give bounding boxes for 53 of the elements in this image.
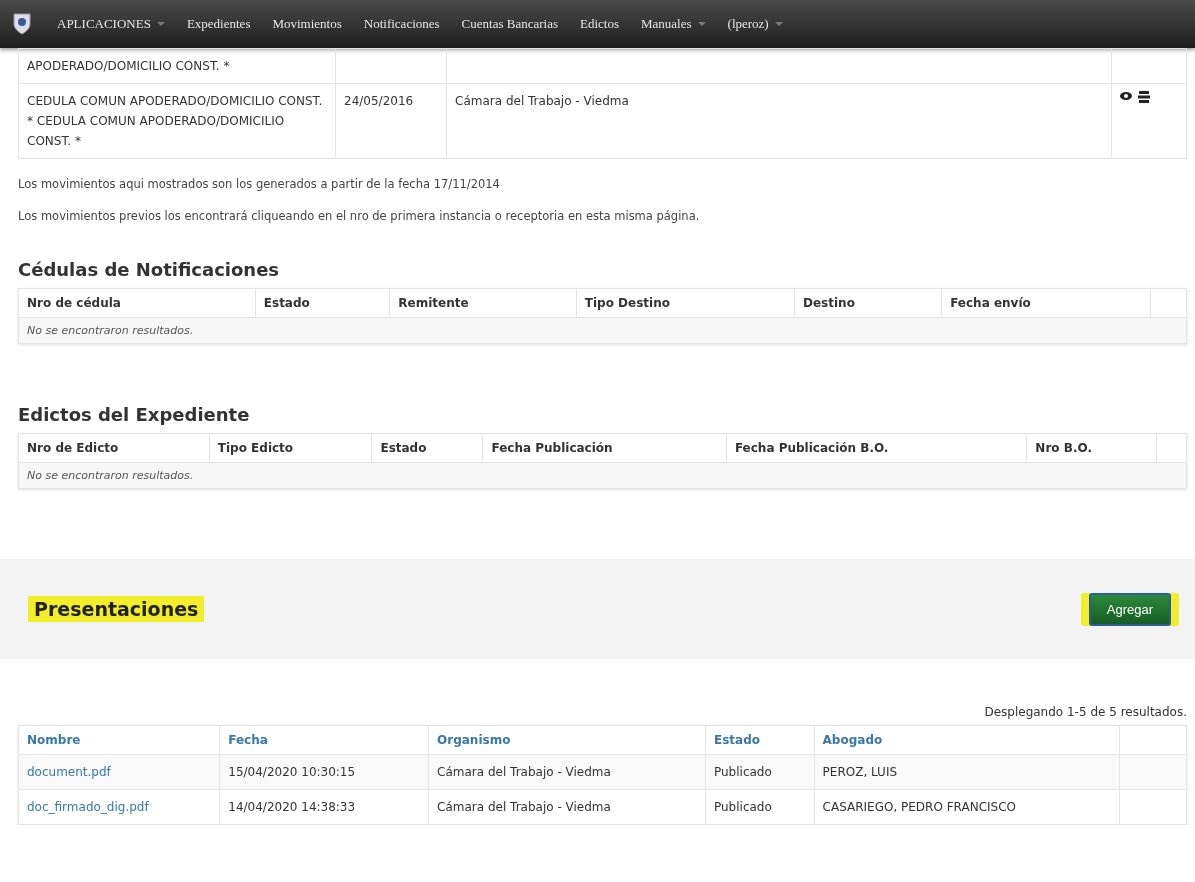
column-header: Estado (371, 433, 483, 463)
column-header: Tipo Destino (576, 288, 795, 318)
column-header: Tipo Edicto (209, 433, 372, 463)
section-title: Presentaciones (28, 596, 205, 622)
empty-message: No se encontraron resultados. (18, 317, 1187, 344)
list-icon[interactable] (1138, 91, 1150, 103)
column-header[interactable]: Estado (705, 725, 815, 755)
nav-link[interactable]: Cuentas Bancarias (450, 16, 569, 32)
column-header: Nro B.O. (1026, 433, 1157, 463)
caret-icon (774, 22, 783, 26)
table-cell: Publicado (705, 754, 815, 790)
info-text: Los movimientos previos los encontrará cliqueando en el nro de primera instancia o receptoria en esta misma página. (18, 209, 701, 223)
info-text: Los movimientos aqui mostrados son los generados a partir de la fecha 17/11/2014 (18, 177, 501, 191)
column-header: Remitente (389, 288, 577, 318)
caret-icon (156, 22, 165, 26)
section-title: Edictos del Expediente (18, 404, 251, 425)
table-cell: 15/04/2020 10:30:15 (219, 754, 429, 790)
nav-link[interactable]: (lperoz) (716, 16, 794, 32)
column-header[interactable]: Organismo (428, 725, 706, 755)
table-cell: Cámara del Trabajo - Viedma (428, 754, 706, 790)
nav-link[interactable]: Expedientes (175, 16, 262, 32)
table-cell: CEDULA COMUN APODERADO/DOMICILIO CONST. * CEDULA COMUN APODERADO/DOMICILIO CONST. * (18, 83, 336, 159)
empty-message: No se encontraron resultados. (18, 462, 1187, 489)
table-cell: Cámara del Trabajo - Viedma (446, 83, 1112, 159)
eye-icon[interactable] (1120, 91, 1132, 101)
nav-link[interactable]: Movimientos (261, 16, 353, 32)
results-summary: Desplegando 1-5 de 5 resultados. (983, 705, 1187, 719)
caret-icon (697, 22, 706, 26)
file-link[interactable]: document.pdf (27, 765, 111, 779)
shield-logo-icon (12, 12, 32, 36)
column-header: Fecha envío (941, 288, 1151, 318)
table-cell: 14/04/2020 14:38:33 (219, 789, 429, 825)
table-cell: PEROZ, LUIS (814, 754, 1120, 790)
column-header: Nro de Edicto (18, 433, 210, 463)
column-header: Fecha Publicación B.O. (726, 433, 1027, 463)
file-link[interactable]: doc_firmado_dig.pdf (27, 800, 149, 814)
table-cell: Cámara del Trabajo - Viedma (428, 789, 706, 825)
section-title: Cédulas de Notificaciones (18, 259, 281, 280)
column-header: Nro de cédula (18, 288, 256, 318)
table-cell: APODERADO/DOMICILIO CONST. * (18, 48, 336, 84)
nav-link[interactable]: Notificaciones (352, 16, 451, 32)
nav-link[interactable]: Manuales (630, 16, 717, 32)
column-header: Fecha Publicación (482, 433, 727, 463)
column-header[interactable]: Nombre (18, 725, 220, 755)
nav-link[interactable]: Edictos (569, 16, 630, 32)
column-header: Estado (255, 288, 390, 318)
column-header[interactable]: Fecha (219, 725, 429, 755)
table-cell: 24/05/2016 (335, 83, 447, 159)
nav-link[interactable]: APLICACIONES (46, 16, 176, 32)
column-header[interactable]: Abogado (814, 725, 1120, 755)
column-header: Destino (794, 288, 942, 318)
table-cell: CASARIEGO, PEDRO FRANCISCO (814, 789, 1120, 825)
table-cell: Publicado (705, 789, 815, 825)
